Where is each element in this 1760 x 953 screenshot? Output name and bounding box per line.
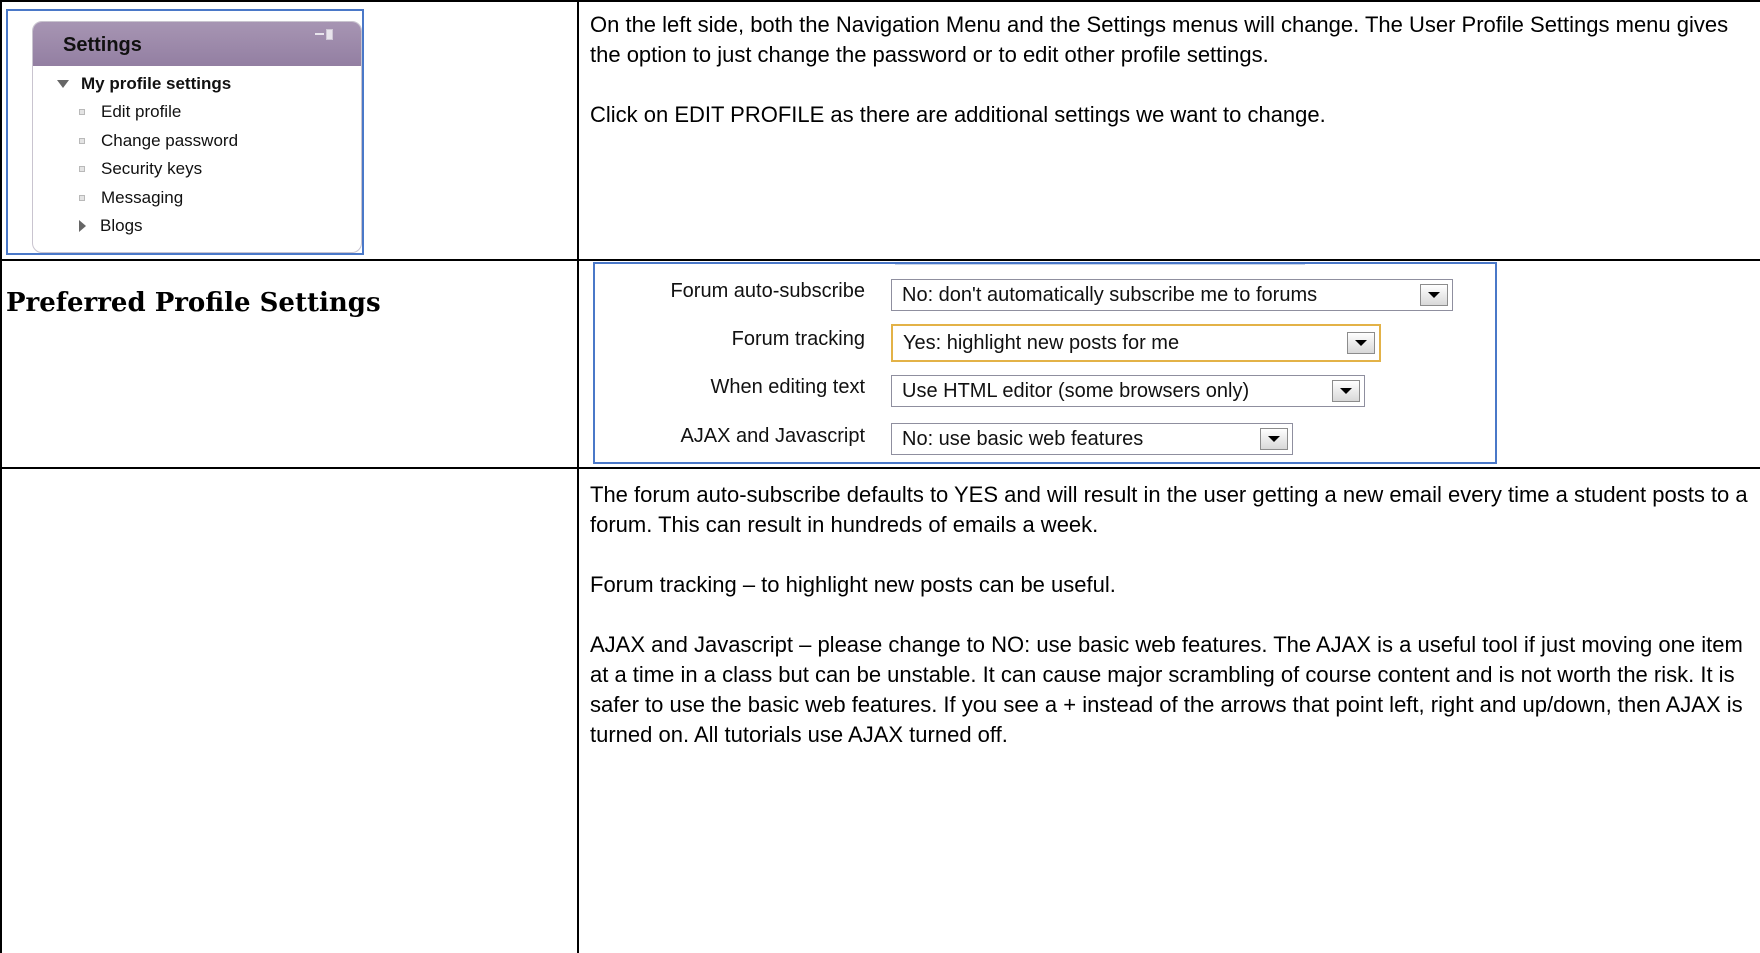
field-label-forum-tracking: Forum tracking	[731, 328, 865, 350]
bullet-icon	[79, 195, 85, 201]
tree-item-edit-profile[interactable]: Edit profile	[79, 100, 181, 124]
select-forum-tracking[interactable]: Yes: highlight new posts for me	[891, 324, 1381, 362]
field-label-ajax-and-javascript: AJAX and Javascript	[680, 425, 865, 447]
bullet-icon	[79, 138, 85, 144]
row3-paragraph-2: Forum tracking – to highlight new posts …	[590, 572, 1116, 597]
field-label-when-editing-text: When editing text	[710, 376, 865, 398]
tree-item-label: Security keys	[101, 159, 203, 178]
collapse-arrow-icon	[57, 80, 69, 88]
row3-paragraph-1: The forum auto-subscribe defaults to YES…	[590, 482, 1748, 537]
settings-block-title: Settings	[63, 34, 142, 56]
tree-parent-label: My profile settings	[81, 74, 232, 93]
select-forum-auto-subscribe[interactable]: No: don't automatically subscribe me to …	[891, 279, 1453, 311]
select-ajax-and-javascript[interactable]: No: use basic web features	[891, 423, 1293, 455]
tree-item-label: Change password	[101, 131, 239, 150]
tree-item-security-keys[interactable]: Security keys	[79, 157, 202, 181]
tree-item-label: Edit profile	[101, 102, 182, 121]
tree-item-messaging[interactable]: Messaging	[79, 186, 183, 210]
row3-paragraph-3: AJAX and Javascript – please change to N…	[590, 632, 1743, 747]
dropdown-arrow-icon[interactable]	[1332, 380, 1360, 402]
field-label-forum-auto-subscribe: Forum auto-subscribe	[670, 280, 865, 302]
form-top-rule	[895, 264, 1305, 265]
tree-item-label: Messaging	[101, 188, 184, 207]
select-value: Yes: highlight new posts for me	[903, 331, 1180, 354]
section-heading: Preferred Profile Settings	[6, 288, 381, 318]
select-when-editing-text[interactable]: Use HTML editor (some browsers only)	[891, 375, 1365, 407]
expand-arrow-icon	[79, 220, 86, 232]
table-row-divider-1	[0, 259, 1760, 261]
settings-block-screenshot: Settings My profile settings Edit profil…	[6, 9, 364, 255]
dropdown-arrow-icon[interactable]	[1347, 332, 1375, 354]
bullet-icon	[79, 109, 85, 115]
tree-parent-my-profile-settings[interactable]: My profile settings	[57, 72, 231, 96]
tree-item-change-password[interactable]: Change password	[79, 129, 238, 153]
profile-form-screenshot: Forum auto-subscribe No: don't automatic…	[593, 262, 1497, 464]
select-value: No: don't automatically subscribe me to …	[902, 283, 1318, 306]
tree-item-blogs[interactable]: Blogs	[79, 214, 143, 238]
row3-explanation: The forum auto-subscribe defaults to YES…	[590, 480, 1750, 750]
settings-block: Settings My profile settings Edit profil…	[32, 21, 362, 253]
row1-paragraph-1: On the left side, both the Navigation Me…	[590, 12, 1729, 67]
table-border-left	[0, 0, 2, 953]
row1-instructions: On the left side, both the Navigation Me…	[590, 10, 1750, 130]
table-row-divider-2	[0, 467, 1760, 469]
tree-item-label: Blogs	[100, 216, 143, 235]
dropdown-arrow-icon[interactable]	[1420, 284, 1448, 306]
select-value: Use HTML editor (some browsers only)	[902, 379, 1250, 402]
dock-block-icon[interactable]	[315, 28, 335, 40]
settings-block-header: Settings	[33, 22, 361, 66]
select-value: No: use basic web features	[902, 427, 1144, 450]
table-border-top	[0, 0, 1760, 2]
bullet-icon	[79, 166, 85, 172]
table-column-divider	[577, 0, 579, 953]
dropdown-arrow-icon[interactable]	[1260, 428, 1288, 450]
row1-paragraph-2: Click on EDIT PROFILE as there are addit…	[590, 102, 1326, 127]
